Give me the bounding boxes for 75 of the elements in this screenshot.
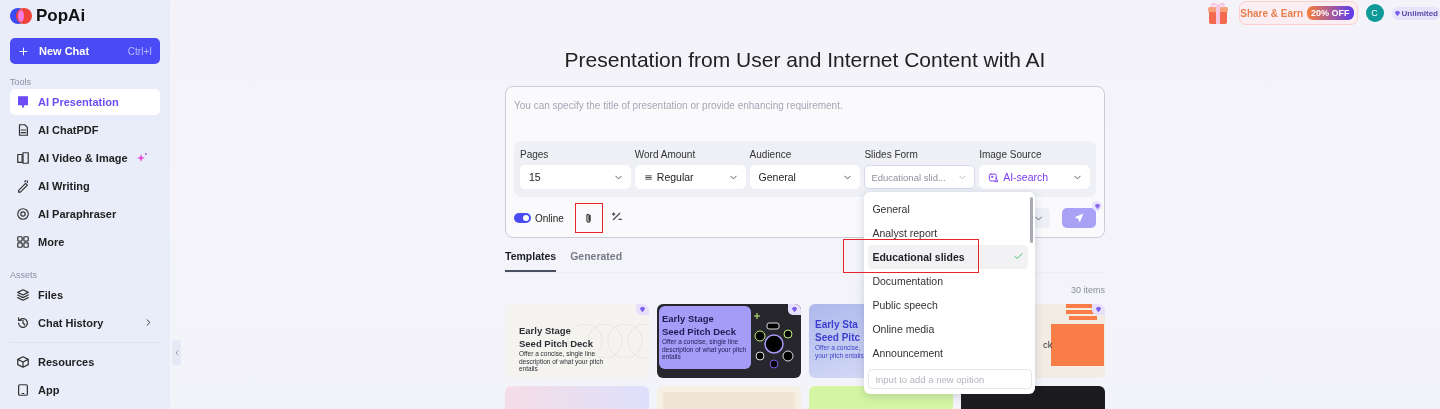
toggle-label: Online <box>535 212 564 224</box>
promo-banner[interactable]: Share & Earn 20% OFF <box>1239 1 1358 25</box>
template-title: Seed Pitch Deck <box>519 337 594 350</box>
discount-badge: 20% OFF <box>1307 6 1354 20</box>
image-icon <box>988 171 1000 183</box>
setting-select[interactable]: General <box>749 165 861 189</box>
template-title: Early Stage <box>519 324 572 337</box>
template-title: Seed Pitch Deck <box>662 325 737 338</box>
sidebar-item[interactable]: AI ChatPDF <box>10 117 160 143</box>
sidebar-item[interactable]: App <box>10 377 160 403</box>
item-count: 30 items <box>1071 285 1105 295</box>
layers-icon <box>16 288 30 302</box>
prompt-field[interactable]: You can specify the title of presentation or provide enhancing requirement. <box>514 97 1096 113</box>
sidebar-item[interactable]: More <box>10 229 160 255</box>
setting-select[interactable]: 15 <box>520 165 631 189</box>
sidebar-item[interactable]: AI Presentation <box>10 89 160 115</box>
template-title: Early Sta <box>815 318 859 331</box>
brand-name: PopAi <box>36 6 86 26</box>
promo-label: Share & Earn <box>1240 7 1304 19</box>
new-option-field[interactable]: Input to add a new opition <box>868 369 1033 389</box>
template-title: Seed Pitc <box>815 331 862 344</box>
template-thumbnail[interactable] <box>505 386 649 409</box>
menu-option[interactable]: General <box>868 197 1029 221</box>
grid-icon <box>16 235 30 249</box>
setting-select[interactable]: AI-search <box>979 165 1090 189</box>
template-title: Early Stage <box>662 312 715 325</box>
lines-icon <box>643 172 653 182</box>
target-icon <box>16 207 30 221</box>
attach-button[interactable] <box>575 204 602 232</box>
magic-icon <box>609 210 623 223</box>
section-heading: Assets <box>10 270 38 280</box>
video-image-icon <box>16 151 30 165</box>
setting-label: Pages <box>520 149 550 160</box>
menu-option[interactable]: Analyst report <box>868 221 1029 245</box>
sidebar-item[interactable]: AI Paraphraser <box>10 201 160 227</box>
sidebar-item[interactable]: AI Video & Image <box>10 145 160 171</box>
setting-label: Image Source <box>979 149 1043 160</box>
tablet-icon <box>16 383 30 397</box>
plan-label: Unlimited <box>1401 8 1438 18</box>
logo-icon <box>10 7 32 25</box>
blocks-drawing <box>1051 304 1104 366</box>
check-icon <box>1013 250 1025 262</box>
menu-option[interactable]: Documentation <box>868 269 1029 293</box>
diamond-icon <box>1393 9 1401 17</box>
section-heading: Tools <box>10 77 32 87</box>
plus-icon <box>18 45 29 57</box>
menu-option[interactable]: Educational slides <box>868 245 1029 269</box>
menu-option[interactable]: Online media <box>868 317 1029 341</box>
sidebar-item[interactable]: Resources <box>10 349 160 375</box>
tab[interactable]: Templates <box>505 246 557 272</box>
pen-icon <box>16 179 30 193</box>
menu-option[interactable]: Announcement <box>868 341 1029 365</box>
sidebar-item[interactable]: Chat History <box>10 310 160 336</box>
history-icon <box>16 316 30 330</box>
sidebar-item[interactable]: Files <box>10 282 160 308</box>
tab[interactable]: Generated <box>570 246 623 272</box>
collapse-button[interactable] <box>172 340 181 365</box>
stickers-drawing <box>753 312 797 370</box>
online-toggle[interactable] <box>514 213 531 223</box>
scrollbar[interactable] <box>1030 197 1034 243</box>
premium-icon <box>1092 201 1102 211</box>
page-title: Presentation from User and Internet Content with AI <box>564 48 1046 72</box>
setting-label: Word Amount <box>634 149 697 160</box>
document-icon <box>16 123 30 137</box>
presentation-icon <box>16 95 30 109</box>
template-thumbnail[interactable] <box>657 386 801 409</box>
new-chat-button[interactable]: New Chat Ctrl+I <box>10 38 160 64</box>
setting-select[interactable]: Regular <box>634 165 746 189</box>
cube-icon <box>16 355 30 369</box>
send-icon <box>1073 212 1085 224</box>
send-button[interactable] <box>1062 208 1096 228</box>
sidebar-item[interactable]: AI Writing <box>10 173 160 199</box>
setting-label: Slides Form <box>864 149 919 160</box>
menu-option[interactable]: Public speech <box>868 293 1029 317</box>
setting-label: Audience <box>749 149 793 160</box>
